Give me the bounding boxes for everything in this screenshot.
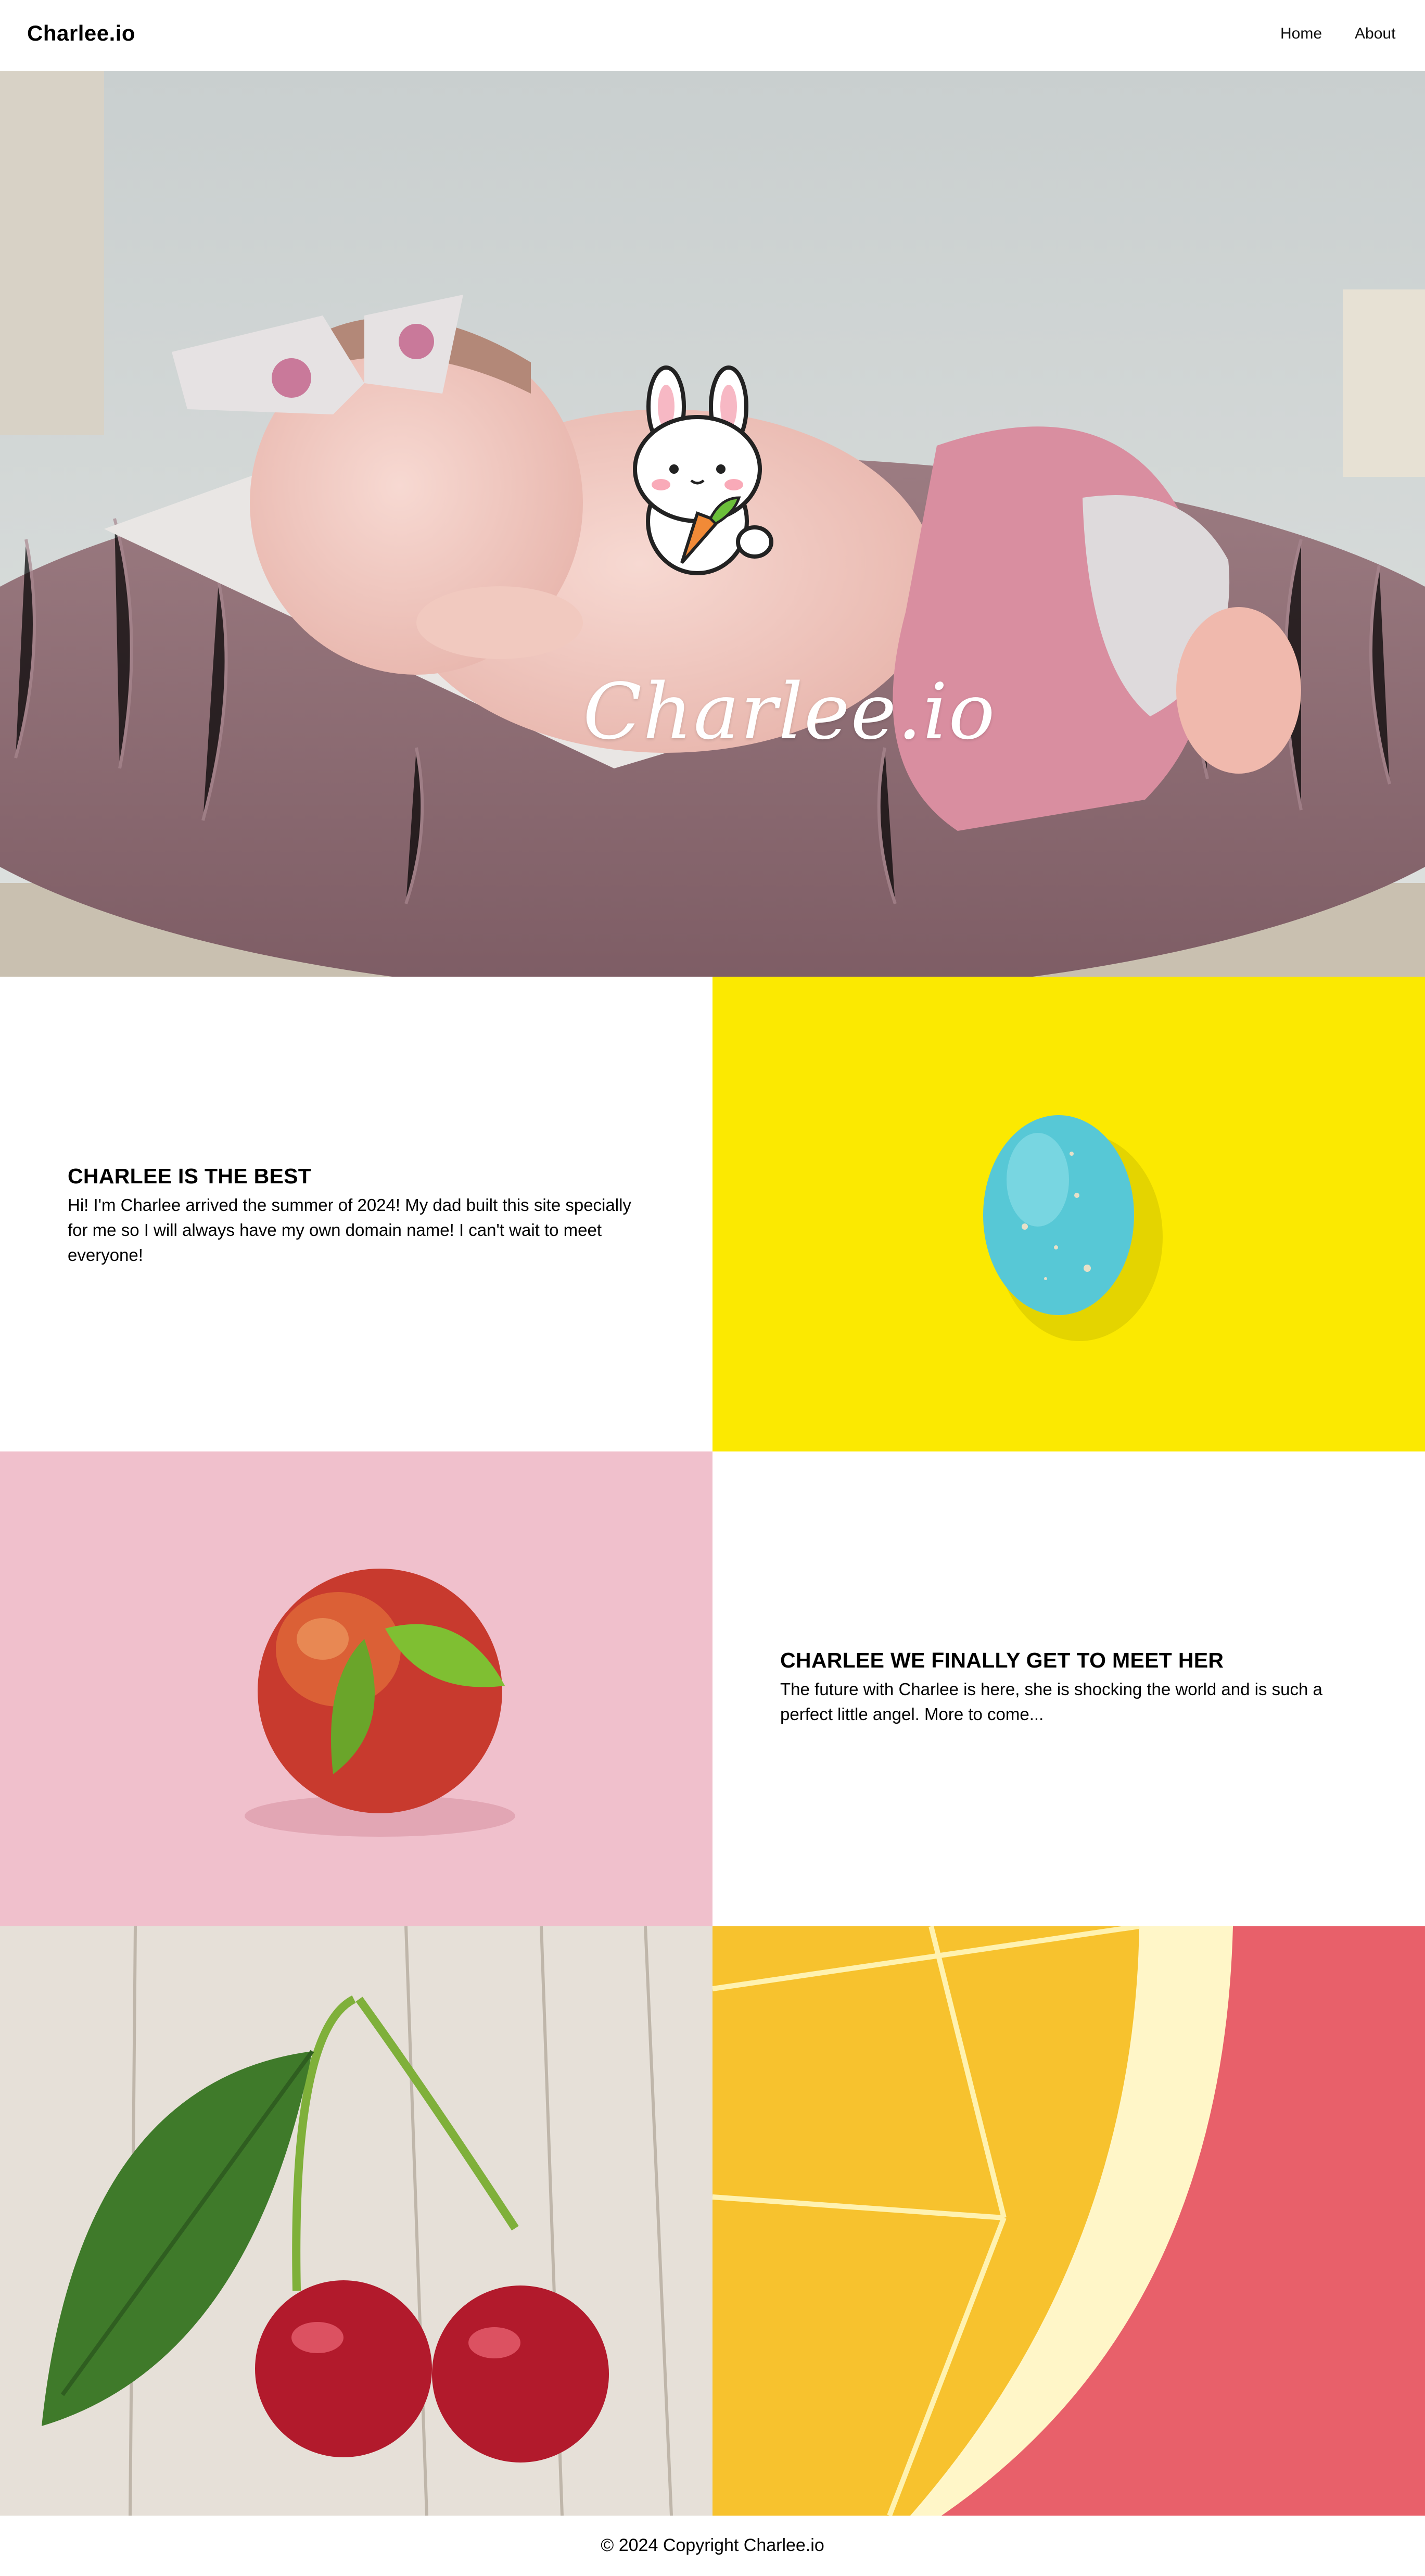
- top-navbar: Charlee.io Home About: [0, 0, 1425, 71]
- egg-image-tile: [712, 977, 1425, 1451]
- section-body: Hi! I'm Charlee arrived the summer of 20…: [68, 1195, 631, 1265]
- footer: © 2024 Copyright Charlee.io: [0, 2516, 1425, 2576]
- orange-slice-photo: [712, 1926, 1425, 2516]
- brand-logo[interactable]: Charlee.io: [27, 21, 135, 46]
- intro-text-block: CHARLEE IS THE BEST Hi! I'm Charlee arri…: [68, 1164, 651, 1268]
- orange-image-tile: [712, 1926, 1425, 2516]
- blue-egg-photo: [712, 977, 1425, 1451]
- meet-her-text-block: CHARLEE WE FINALLY GET TO MEET HER The f…: [780, 1648, 1363, 1727]
- peach-photo: [0, 1451, 712, 1926]
- cherry-image-tile: [0, 1926, 712, 2516]
- copyright-text: © 2024 Copyright Charlee.io: [601, 2535, 824, 2555]
- peach-image-tile: [0, 1451, 712, 1926]
- bunny-with-carrot-icon: [633, 365, 773, 575]
- cherries-photo: [0, 1926, 712, 2516]
- intro-section: CHARLEE IS THE BEST Hi! I'm Charlee arri…: [0, 977, 712, 1451]
- nav-link-home[interactable]: Home: [1280, 25, 1322, 43]
- section-heading: CHARLEE WE FINALLY GET TO MEET HER: [780, 1648, 1224, 1672]
- hero-title: Charlee.io: [583, 667, 996, 756]
- section-body: The future with Charlee is here, she is …: [780, 1680, 1322, 1724]
- hero-banner: Charlee.io: [0, 71, 1425, 977]
- section-heading: CHARLEE IS THE BEST: [68, 1164, 312, 1188]
- nav-link-about[interactable]: About: [1355, 25, 1395, 43]
- meet-her-section: CHARLEE WE FINALLY GET TO MEET HER The f…: [712, 1451, 1425, 1926]
